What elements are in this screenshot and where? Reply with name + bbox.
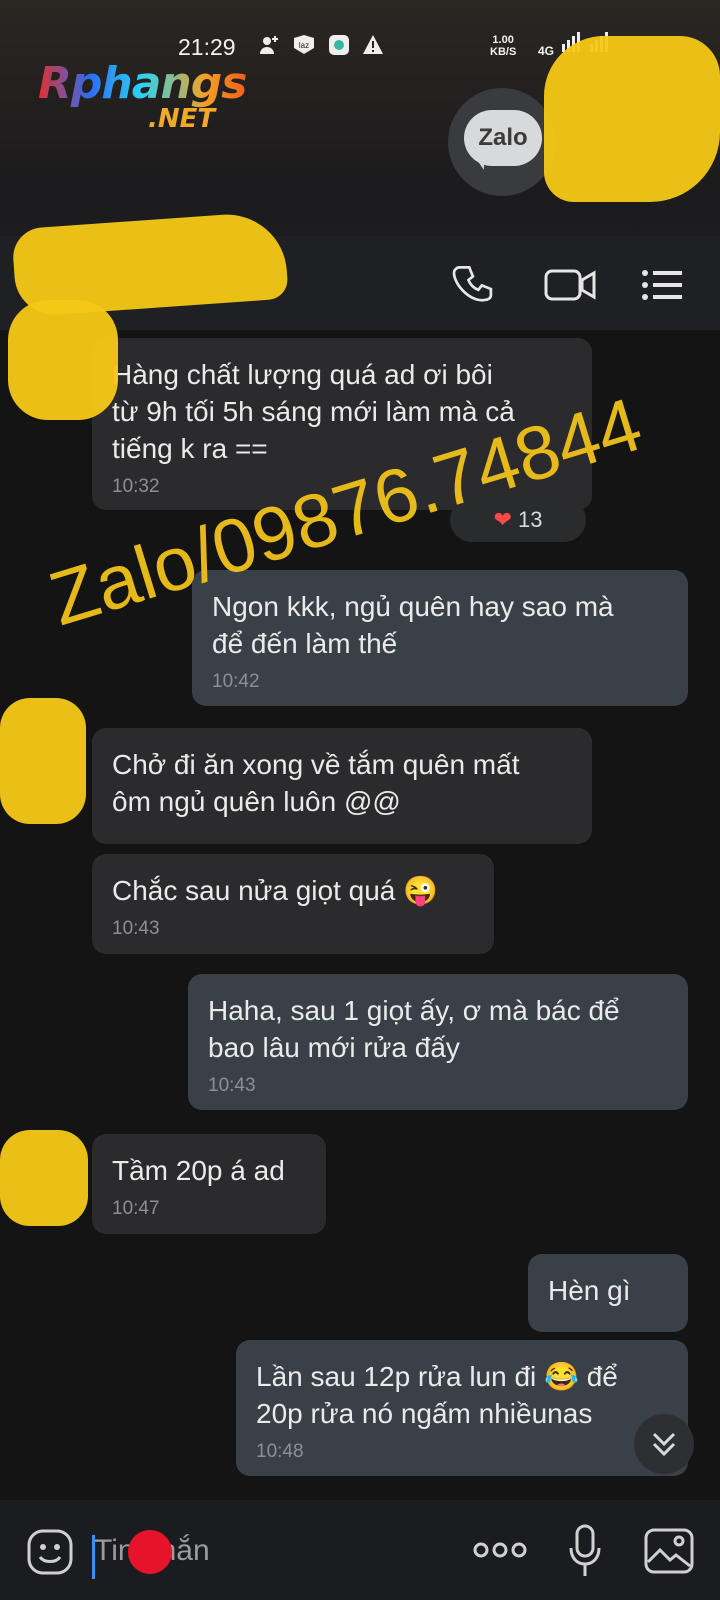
person-add-icon (260, 36, 278, 54)
net-speed: 1.00 KB/S (490, 34, 516, 58)
message-bubble[interactable]: Lần sau 12p rửa lun đi 😂 để 20p rửa nó n… (236, 1340, 688, 1476)
message-bubble[interactable]: Chở đi ăn xong về tắm quên mất ôm ngủ qu… (92, 728, 592, 844)
status-icons-left: laz (258, 34, 384, 56)
emoji-icon[interactable] (26, 1528, 74, 1576)
svg-text:laz: laz (299, 41, 309, 50)
brand-logo-tld: .NET (148, 104, 216, 134)
message-text: Haha, sau 1 giọt ấy, ơ mà bác để bao lâu… (208, 995, 620, 1063)
message-text: Chở đi ăn xong về tắm quên mất ôm ngủ qu… (112, 749, 520, 817)
message-time: 10:48 (256, 1441, 304, 1462)
message-bubble[interactable]: Haha, sau 1 giọt ấy, ơ mà bác để bao lâu… (188, 974, 688, 1110)
app-icon (329, 35, 349, 55)
message-bubble[interactable]: Ngon kkk, ngủ quên hay sao mà để đến làm… (192, 570, 688, 706)
brand-logo-name: Rphangs (38, 58, 247, 109)
touch-indicator-dot (128, 1530, 172, 1574)
microphone-icon[interactable] (568, 1524, 602, 1578)
menu-list-icon[interactable] (640, 262, 684, 308)
message-input-bar: Tin nhắn (0, 1500, 720, 1600)
image-icon[interactable] (644, 1528, 694, 1574)
chevron-double-down-icon (652, 1432, 676, 1457)
redaction-scribble (0, 698, 86, 824)
zalo-logo-tail (470, 150, 484, 170)
message-time: 10:42 (212, 671, 260, 692)
scroll-down-button[interactable] (634, 1414, 694, 1474)
message-text: Ngon kkk, ngủ quên hay sao mà để đến làm… (212, 591, 614, 659)
message-bubble[interactable]: Tầm 20p á ad 10:47 (92, 1134, 326, 1234)
chat-screen: 21:29 laz 1.00 KB/S 4G Rphangs .NET Zalo (0, 0, 720, 1600)
phone-call-icon[interactable] (452, 262, 498, 308)
network-type: 4G (538, 44, 555, 58)
redaction-scribble (544, 36, 720, 202)
message-time: 10:47 (112, 1198, 160, 1219)
text-cursor (92, 1535, 95, 1579)
laz-icon: laz (294, 35, 314, 54)
message-bubble[interactable]: Hèn gì (528, 1254, 688, 1332)
message-text: Lần sau 12p rửa lun đi 😂 để 20p rửa nó n… (256, 1361, 618, 1429)
redaction-scribble (8, 300, 118, 420)
reaction-count: 13 (517, 507, 543, 532)
message-text: Chắc sau nửa giọt quá 😜 (112, 875, 439, 906)
more-icon[interactable] (472, 1540, 528, 1560)
net-speed-unit: KB/S (490, 46, 517, 58)
warning-icon (363, 35, 383, 54)
status-time: 21:29 (178, 34, 236, 60)
message-text: Hèn gì (548, 1275, 631, 1306)
brand-logo: Rphangs .NET (38, 58, 247, 134)
message-bubble[interactable]: Chắc sau nửa giọt quá 😜 10:43 (92, 854, 494, 954)
net-speed-value: 1.00 (492, 34, 514, 46)
video-call-icon[interactable] (544, 262, 596, 308)
message-time: 10:43 (112, 918, 160, 939)
message-text: Tầm 20p á ad (112, 1155, 285, 1186)
message-time: 10:43 (208, 1075, 256, 1096)
redaction-scribble (0, 1130, 88, 1226)
